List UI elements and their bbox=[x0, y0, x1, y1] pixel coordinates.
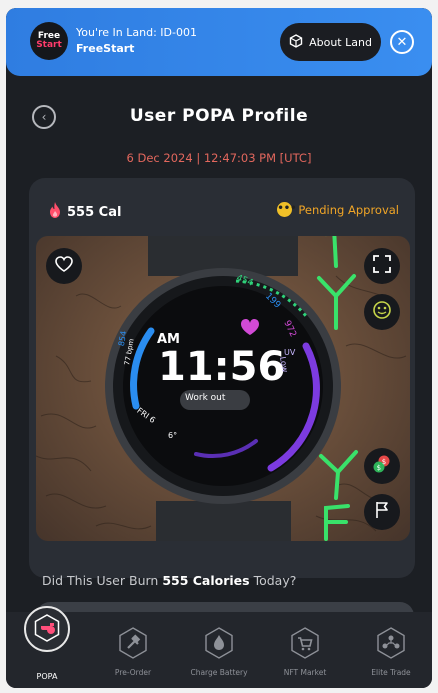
land-id-text: You're In Land: ID-001 bbox=[76, 26, 197, 39]
heart-icon bbox=[55, 256, 73, 276]
status-badge: ••• Pending Approval bbox=[277, 202, 399, 217]
land-info: You're In Land: ID-001 FreeStart bbox=[76, 26, 197, 55]
flame-icon bbox=[49, 202, 61, 222]
tip-button[interactable]: $ $ bbox=[364, 448, 400, 484]
nav-label-pre-order: Pre-Order bbox=[114, 668, 152, 677]
svg-text:$: $ bbox=[377, 464, 381, 472]
favorite-button[interactable] bbox=[46, 248, 82, 284]
report-button[interactable] bbox=[364, 494, 400, 530]
calories-display: 555 Cal bbox=[49, 202, 121, 222]
hammer-icon bbox=[116, 626, 150, 660]
freestart-logo: Free Start bbox=[30, 22, 68, 60]
cube-icon bbox=[289, 33, 303, 51]
about-land-label: About Land bbox=[309, 35, 372, 49]
profile-card: 555 Cal ••• Pending Approval AM 11:56 Wo… bbox=[29, 178, 415, 578]
close-button[interactable]: ✕ bbox=[390, 30, 414, 54]
question-value: 555 Calories bbox=[162, 573, 250, 588]
nav-item-pre-order[interactable]: Pre-Order bbox=[98, 620, 168, 677]
approval-question: Did This User Burn 555 Calories Today? bbox=[42, 573, 296, 588]
page-title: User POPA Profile bbox=[129, 106, 309, 126]
cart-icon bbox=[288, 626, 322, 660]
nav-item-nft-market[interactable]: NFT Market bbox=[270, 620, 340, 677]
status-text: Pending Approval bbox=[298, 202, 399, 217]
land-banner: Free Start You're In Land: ID-001 FreeSt… bbox=[6, 8, 432, 76]
coins-icon: $ $ bbox=[372, 454, 392, 478]
nav-popa-icon-wrap bbox=[24, 606, 70, 652]
pending-icon: ••• bbox=[277, 202, 297, 217]
watch-workout: Work out bbox=[185, 393, 226, 403]
nav-label-elite-trade: Elite Trade bbox=[371, 668, 411, 677]
nav-label-popa: POPA bbox=[36, 672, 58, 681]
close-icon: ✕ bbox=[396, 34, 408, 50]
reaction-button[interactable] bbox=[364, 294, 400, 330]
question-prefix: Did This User Burn bbox=[42, 573, 163, 588]
nav-item-elite-trade[interactable]: Elite Trade bbox=[356, 620, 426, 677]
watch-time: 11:56 bbox=[158, 344, 286, 390]
watch-temp: 6° bbox=[168, 431, 178, 440]
land-name-text: FreeStart bbox=[76, 42, 135, 55]
calories-value: 555 Cal bbox=[67, 204, 122, 220]
expand-icon bbox=[373, 255, 391, 277]
nav-label-nft-market: NFT Market bbox=[283, 668, 327, 677]
bottom-nav: POPA Pre-Order Charge Battery NFT Market bbox=[6, 606, 432, 688]
about-land-button[interactable]: About Land bbox=[280, 23, 381, 61]
svg-text:$: $ bbox=[382, 458, 386, 466]
app-window: Free Start You're In Land: ID-001 FreeSt… bbox=[6, 8, 432, 688]
fullscreen-button[interactable] bbox=[364, 248, 400, 284]
nav-item-charge-battery[interactable]: Charge Battery bbox=[184, 620, 254, 677]
nav-label-charge-battery: Charge Battery bbox=[190, 668, 248, 677]
flag-icon bbox=[374, 501, 390, 523]
logo-text-start: Start bbox=[36, 40, 62, 50]
trade-icon bbox=[374, 626, 408, 660]
proof-photo: AM 11:56 Work out FRI 6 454 199 972 854 … bbox=[36, 236, 410, 541]
whistle-icon bbox=[33, 614, 61, 644]
question-suffix: Today? bbox=[249, 573, 297, 588]
timestamp: 6 Dec 2024 | 12:47:03 PM [UTC] bbox=[126, 151, 312, 165]
battery-drop-icon bbox=[202, 626, 236, 660]
emoji-icon bbox=[372, 300, 392, 324]
